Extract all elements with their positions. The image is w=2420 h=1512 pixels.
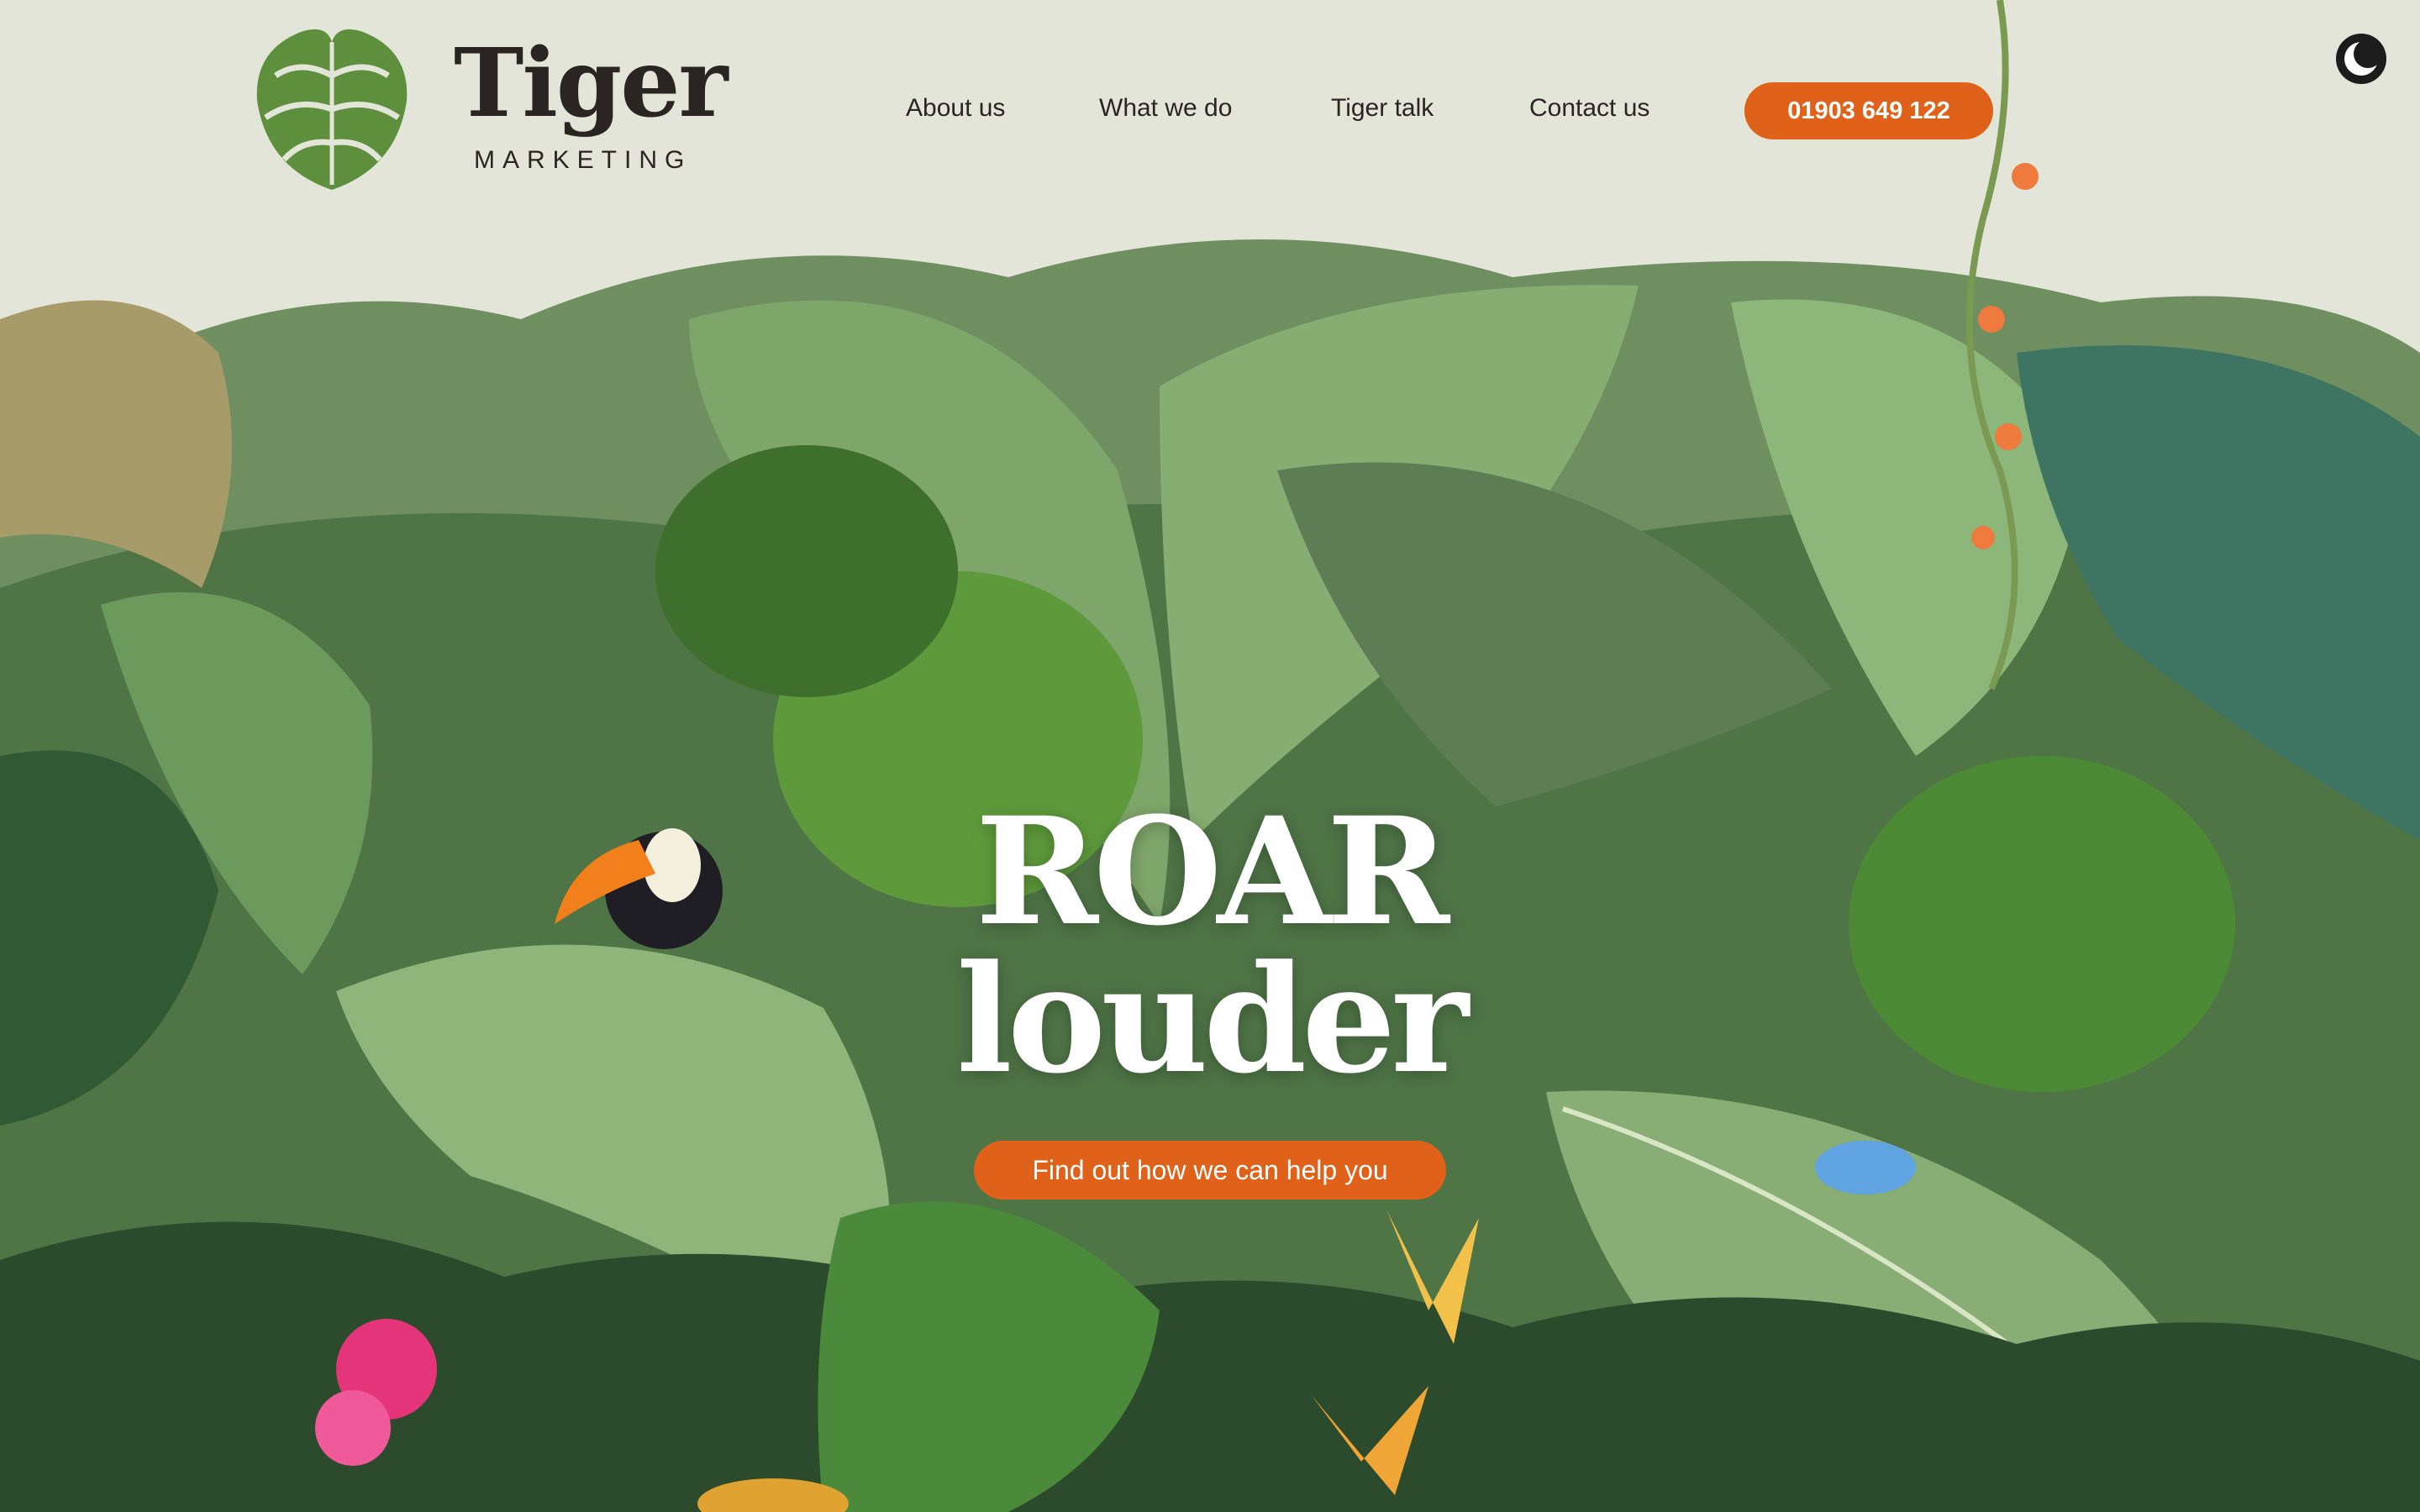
hero-title-line-2: louder xyxy=(956,932,1469,1106)
nav-what-we-do[interactable]: What we do xyxy=(1099,94,1232,123)
cta-button[interactable]: Find out how we can help you xyxy=(974,1141,1446,1200)
nav-contact-us[interactable]: Contact us xyxy=(1529,94,1649,123)
brand-name[interactable]: Tiger xyxy=(454,37,728,131)
nav-about-us[interactable]: About us xyxy=(906,94,1005,123)
site-header: Tiger MARKETING About us What we do Tige… xyxy=(0,0,2420,202)
phone-button[interactable]: 01903 649 122 xyxy=(1744,82,1993,139)
nav-tiger-talk[interactable]: Tiger talk xyxy=(1331,94,1434,123)
moon-icon xyxy=(2344,39,2382,76)
brand-tagline: MARKETING xyxy=(474,146,692,174)
hero-title: ROAR louder xyxy=(874,798,1546,1094)
monstera-leaf-icon[interactable] xyxy=(250,25,413,193)
hero-title-line-1: ROAR xyxy=(975,785,1449,958)
dark-mode-toggle[interactable] xyxy=(2336,34,2386,84)
jungle-illustration xyxy=(0,0,2420,1512)
